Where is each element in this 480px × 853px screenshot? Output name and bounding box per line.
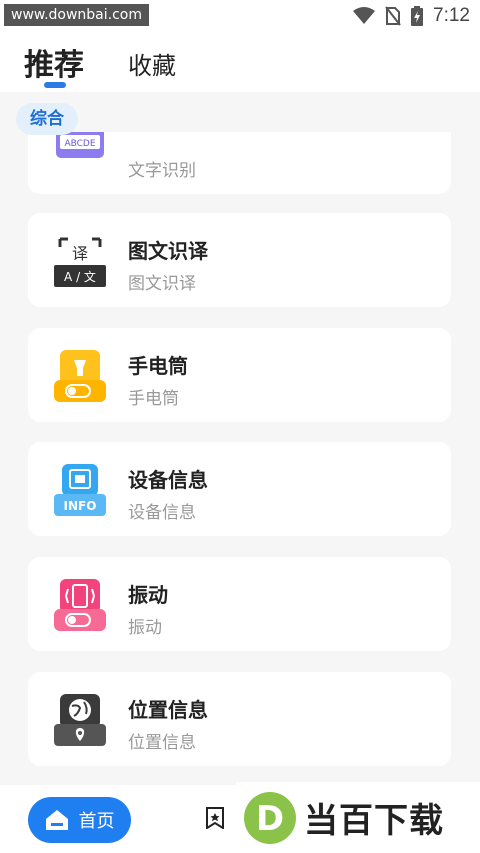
tool-title: 图文识译 (128, 239, 208, 263)
flashlight-icon (54, 350, 106, 402)
tool-card-location-info[interactable]: 位置信息 位置信息 (28, 672, 451, 766)
svg-text:译: 译 (72, 244, 88, 263)
text-recognition-icon: ABCDE (56, 132, 104, 158)
tool-title: 位置信息 (128, 698, 208, 722)
vibration-icon (54, 579, 106, 631)
tool-card-vibration[interactable]: 振动 振动 (28, 557, 451, 651)
tool-title: 设备信息 (128, 468, 208, 492)
tool-subtitle: 振动 (128, 618, 162, 638)
brand-logo-letter: D (256, 799, 284, 839)
no-sim-icon (385, 6, 401, 26)
tab-favorites[interactable]: 收藏 (128, 46, 176, 81)
tool-title: 振动 (128, 583, 168, 607)
image-translate-icon-label: A / 文 (64, 269, 96, 284)
brand-text: 当百下载 (304, 801, 444, 841)
bookmark-star-icon (206, 807, 224, 829)
home-icon (45, 810, 68, 830)
home-nav-button[interactable]: 首页 (28, 797, 131, 843)
tab-recommend[interactable]: 推荐 (24, 40, 84, 84)
text-recognition-icon-label: ABCDE (64, 139, 95, 149)
tool-list: 综合 ABCDE 文字识别 译 A / 文 图文识译 图文识译 手电筒 手电筒 (0, 92, 480, 785)
brand-watermark: D 当百下载 (236, 782, 480, 853)
tool-card-image-translate[interactable]: 译 A / 文 图文识译 图文识译 (28, 213, 451, 307)
tool-subtitle: 图文识译 (128, 274, 196, 294)
device-info-icon-label: INFO (64, 499, 97, 513)
top-tabs: 推荐 收藏 (0, 30, 480, 92)
tool-title: 手电筒 (128, 354, 188, 378)
tool-card-flashlight[interactable]: 手电筒 手电筒 (28, 328, 451, 422)
watermark: www.downbai.com (4, 4, 149, 26)
tool-card-text-recognition[interactable]: ABCDE 文字识别 (28, 132, 451, 194)
favorites-nav-button[interactable] (205, 807, 225, 829)
home-nav-label: 首页 (78, 811, 115, 832)
status-icons: 7:12 (353, 4, 470, 28)
tool-subtitle: 设备信息 (128, 503, 196, 523)
battery-icon (411, 6, 424, 26)
tool-subtitle: 位置信息 (128, 733, 196, 753)
brand-logo: D (244, 791, 296, 844)
tool-subtitle: 手电筒 (128, 389, 179, 409)
status-bar: www.downbai.com 7:12 (0, 0, 480, 30)
category-chip[interactable]: 综合 (16, 103, 78, 135)
wifi-icon (353, 7, 376, 24)
image-translate-icon: 译 A / 文 (54, 237, 106, 287)
tab-indicator (44, 82, 66, 88)
tool-subtitle: 文字识别 (128, 161, 196, 181)
location-icon (54, 694, 106, 746)
tool-card-device-info[interactable]: INFO 设备信息 设备信息 (28, 442, 451, 536)
clock: 7:12 (433, 5, 470, 26)
device-info-icon: INFO (54, 464, 106, 516)
